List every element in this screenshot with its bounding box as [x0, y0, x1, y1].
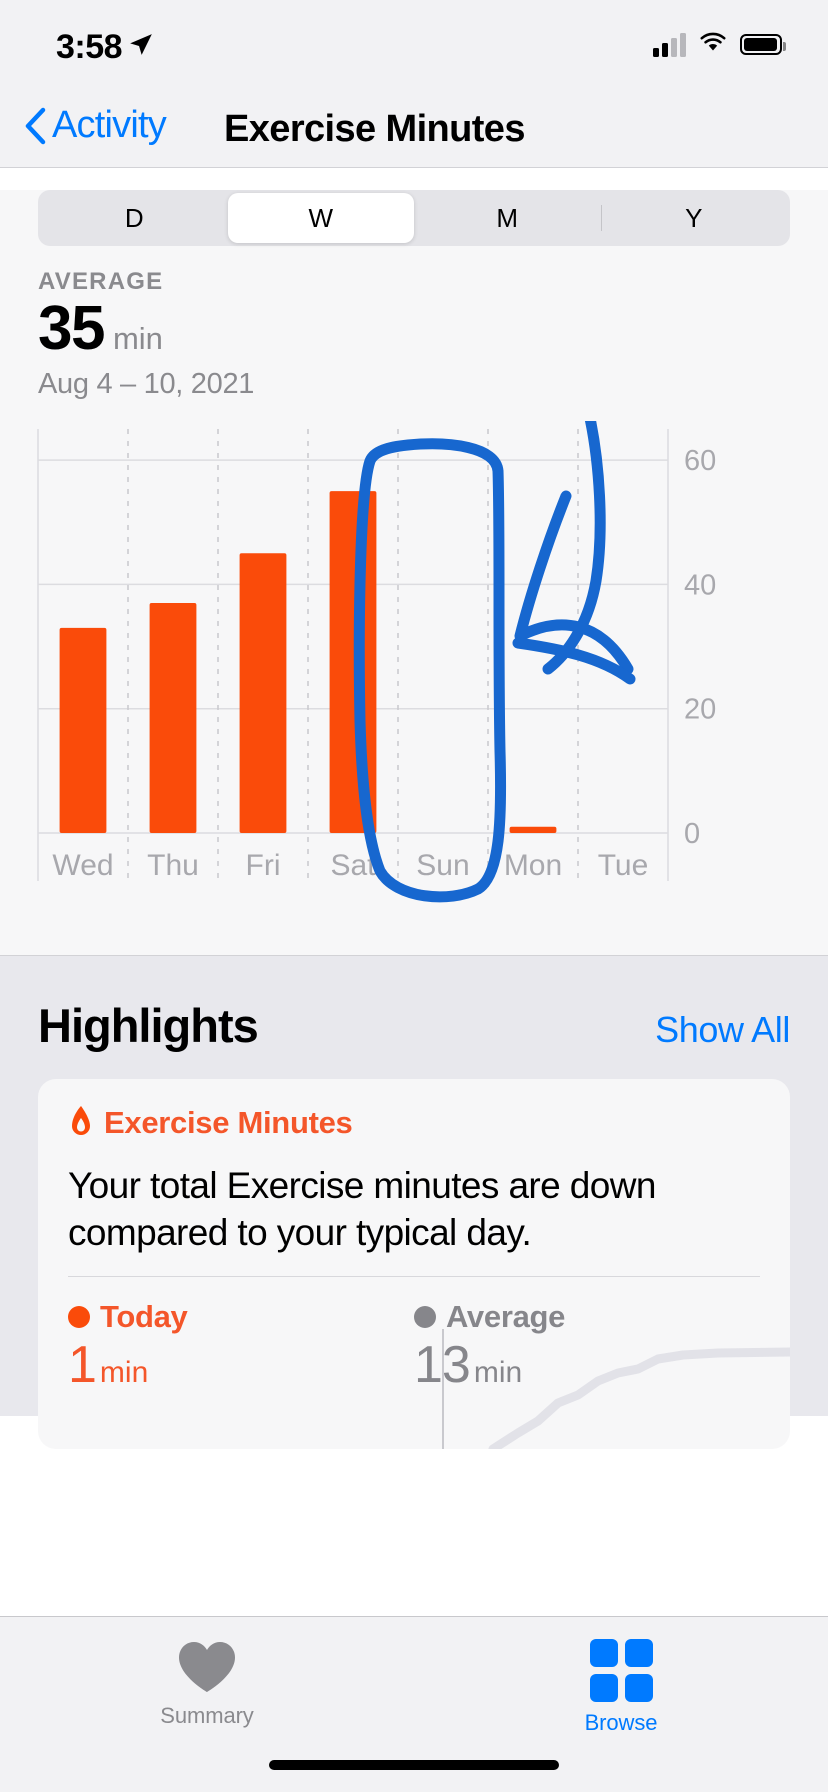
bar[interactable] [149, 603, 197, 833]
x-axis-tick-label: Wed [52, 849, 113, 882]
heart-icon [179, 1642, 235, 1692]
flame-icon [72, 1106, 90, 1135]
divider [68, 1276, 760, 1278]
status-bar-time: 3:58 [56, 28, 123, 66]
average-dot-icon [414, 1306, 436, 1329]
highlights-header: Highlights Show All [0, 998, 828, 1053]
average-value: 35 min [38, 298, 828, 360]
tab-browse-label: Browse [584, 1710, 658, 1735]
ink-circle-sun-mon [353, 438, 507, 903]
average-unit: min [112, 321, 163, 356]
grid-icon [589, 1639, 653, 1702]
cellular-bars-icon [653, 32, 686, 57]
average-number: 35 [38, 294, 105, 363]
bar-chart-canvas[interactable]: 0204060Wed Thu Fri Sat Sun Mon Tue [0, 421, 828, 941]
status-bar-indicators [653, 30, 786, 59]
bar[interactable] [239, 553, 287, 833]
show-all-link[interactable]: Show All [655, 1009, 790, 1051]
back-button[interactable]: Activity [24, 104, 167, 147]
highlight-card-body: Your total Exercise minutes are down com… [68, 1165, 656, 1253]
date-range: Aug 4 – 10, 2021 [38, 368, 255, 400]
highlight-card[interactable]: Exercise Minutes Your total Exercise min… [38, 1079, 790, 1449]
sparkline-chart [442, 1329, 790, 1449]
x-axis-tick-label: Thu [147, 849, 199, 882]
y-axis-tick-label: 20 [684, 694, 716, 726]
today-dot-icon [68, 1306, 90, 1329]
navigation-bar: Activity Exercise Minutes [0, 92, 828, 168]
x-axis-tick-label: Sun [416, 849, 469, 882]
chevron-left-icon [25, 107, 46, 144]
highlights-title: Highlights [38, 999, 259, 1052]
page-title: Exercise Minutes [224, 108, 525, 150]
tab-bar: Summary Browse [0, 1616, 828, 1792]
chart-section: D W M Y AVERAGE 35 min Aug 4 – 10, 2021 … [0, 190, 828, 956]
segment-week[interactable]: W [227, 193, 414, 243]
x-axis-tick-label: Fri [246, 849, 281, 882]
bar[interactable] [509, 826, 557, 833]
segment-day[interactable]: D [41, 193, 228, 243]
ink-annotation-layer [353, 421, 636, 903]
home-indicator [269, 1760, 559, 1770]
highlight-card-header: Exercise Minutes [68, 1105, 760, 1141]
segment-month[interactable]: M [414, 193, 601, 243]
time-range-segmented-control[interactable]: D W M Y [38, 190, 790, 246]
y-axis-tick-label: 0 [684, 818, 700, 850]
bar[interactable] [59, 627, 107, 833]
bar-chart[interactable]: 0 20 40 60 Wed Thu Fri Sat Sun Mon Tue [0, 421, 828, 941]
wifi-icon [697, 30, 729, 59]
average-label: AVERAGE [38, 268, 164, 295]
tab-summary-label: Summary [160, 1703, 254, 1728]
y-axis-tick-label: 40 [684, 569, 716, 601]
highlight-card-title: Exercise Minutes [104, 1105, 353, 1140]
x-axis-tick-label: Mon [504, 849, 562, 882]
status-bar: 3:58 [0, 0, 828, 92]
location-arrow-icon [128, 32, 154, 63]
x-axis-tick-label: Tue [598, 849, 649, 882]
back-button-label: Activity [52, 104, 167, 146]
y-axis-tick-label: 60 [684, 445, 716, 477]
bar[interactable] [329, 491, 377, 833]
battery-icon [740, 34, 786, 55]
segment-year[interactable]: Y [600, 193, 788, 243]
highlights-section: Highlights Show All Exercise Minutes You… [0, 956, 828, 1449]
